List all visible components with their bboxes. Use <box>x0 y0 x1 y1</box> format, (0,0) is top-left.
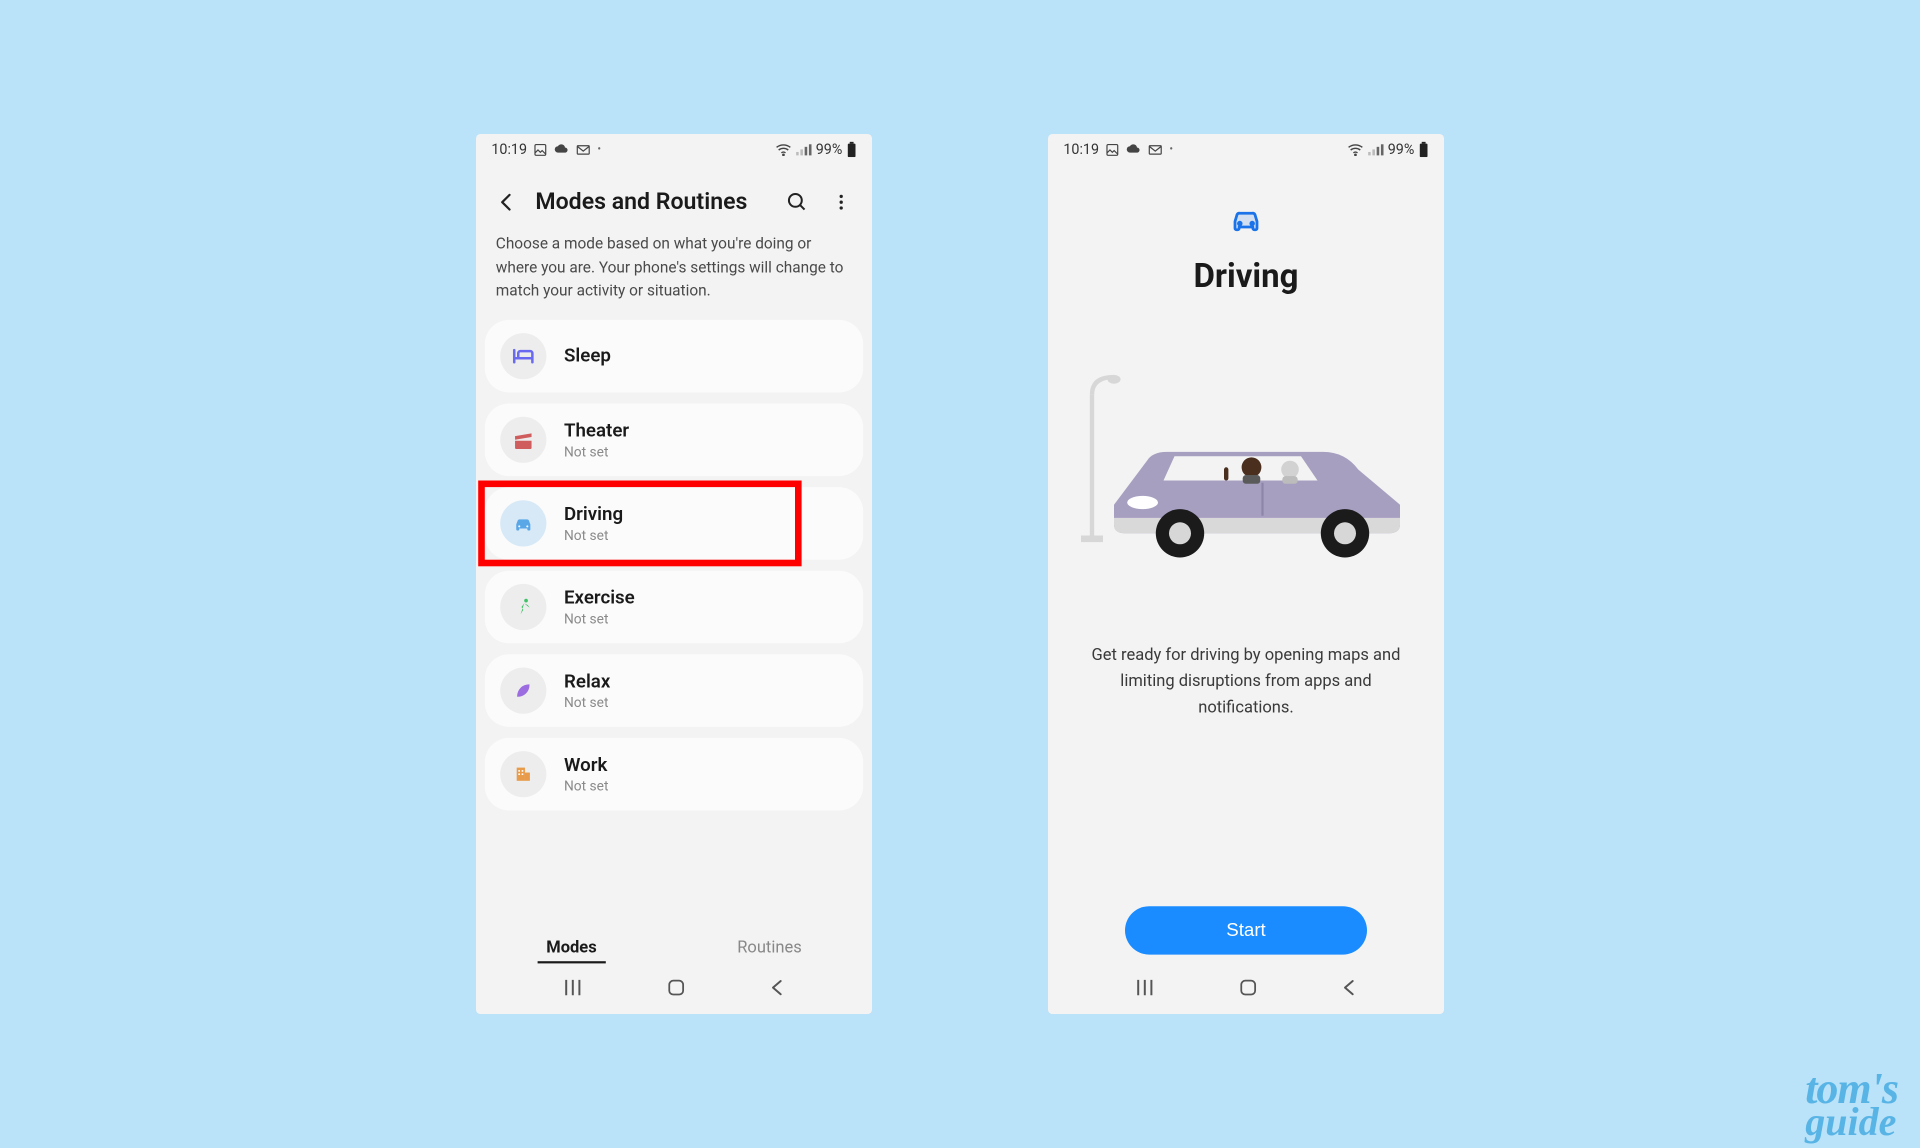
image-icon <box>1106 142 1120 156</box>
status-time: 10:19 <box>491 141 527 158</box>
mode-label: Work <box>564 754 608 776</box>
wifi-icon <box>775 143 792 156</box>
watermark-line2: guide <box>1805 1106 1898 1138</box>
mode-sub: Not set <box>564 444 629 461</box>
cloud-icon <box>555 143 570 156</box>
mode-sub: Not set <box>564 695 610 712</box>
driving-title: Driving <box>1193 257 1298 296</box>
status-dot-icon: • <box>597 143 601 155</box>
header: Modes and Routines <box>476 165 872 229</box>
mode-item-theater[interactable]: Theater Not set <box>485 404 863 477</box>
battery-icon <box>847 142 857 157</box>
phone-screen-driving-setup: 10:19 • 99% <box>1048 134 1444 1014</box>
nav-back-button[interactable] <box>769 978 787 1002</box>
modes-list: Sleep Theater Not set Driving <box>476 320 872 811</box>
start-button[interactable]: Start <box>1125 906 1367 954</box>
back-button[interactable] <box>491 187 522 218</box>
status-battery-pct: 99% <box>1388 141 1415 158</box>
signal-icon <box>1368 143 1383 156</box>
mode-sub: Not set <box>564 527 623 544</box>
cloud-icon <box>1127 143 1142 156</box>
mode-label: Relax <box>564 670 610 692</box>
more-button[interactable] <box>826 187 857 218</box>
search-button[interactable] <box>782 187 813 218</box>
navigation-bar <box>476 970 872 1014</box>
status-bar: 10:19 • 99% <box>476 134 872 165</box>
nav-recents-button[interactable] <box>561 978 583 1002</box>
nav-home-button[interactable] <box>1238 978 1258 1002</box>
mode-item-relax[interactable]: Relax Not set <box>485 654 863 727</box>
mode-label: Exercise <box>564 587 635 609</box>
watermark: tom's guide <box>1805 1071 1898 1138</box>
signal-icon <box>796 143 811 156</box>
running-icon <box>500 584 546 630</box>
mode-item-work[interactable]: Work Not set <box>485 738 863 811</box>
gmail-icon <box>577 143 591 155</box>
building-icon <box>500 751 546 797</box>
bed-icon <box>500 333 546 379</box>
image-icon <box>534 142 548 156</box>
gmail-icon <box>1149 143 1163 155</box>
driving-description: Get ready for driving by opening maps an… <box>1070 641 1422 720</box>
nav-back-button[interactable] <box>1341 978 1359 1002</box>
bottom-tabs: Modes Routines <box>476 922 872 970</box>
status-dot-icon: • <box>1169 143 1173 155</box>
tab-modes[interactable]: Modes <box>537 933 605 964</box>
nav-home-button[interactable] <box>666 978 686 1002</box>
mode-label: Sleep <box>564 345 611 367</box>
mode-label: Driving <box>564 503 623 525</box>
mode-item-sleep[interactable]: Sleep <box>485 320 863 393</box>
mode-label: Theater <box>564 420 629 442</box>
tab-routines[interactable]: Routines <box>728 933 810 964</box>
status-time: 10:19 <box>1063 141 1099 158</box>
car-icon <box>1230 204 1263 237</box>
navigation-bar <box>1048 970 1444 1014</box>
wifi-icon <box>1347 143 1364 156</box>
status-battery-pct: 99% <box>816 141 843 158</box>
phone-screen-modes-list: 10:19 • 99% <box>476 134 872 1014</box>
nav-recents-button[interactable] <box>1133 978 1155 1002</box>
battery-icon <box>1419 142 1429 157</box>
leaf-icon <box>500 668 546 714</box>
car-icon <box>500 500 546 546</box>
status-bar: 10:19 • 99% <box>1048 134 1444 165</box>
mode-item-exercise[interactable]: Exercise Not set <box>485 571 863 644</box>
driving-illustration <box>1070 362 1422 571</box>
clapperboard-icon <box>500 417 546 463</box>
page-title: Modes and Routines <box>535 189 747 215</box>
page-subtitle: Choose a mode based on what you're doing… <box>476 229 872 320</box>
mode-sub: Not set <box>564 778 608 795</box>
mode-item-driving[interactable]: Driving Not set <box>485 487 863 560</box>
mode-sub: Not set <box>564 611 635 628</box>
